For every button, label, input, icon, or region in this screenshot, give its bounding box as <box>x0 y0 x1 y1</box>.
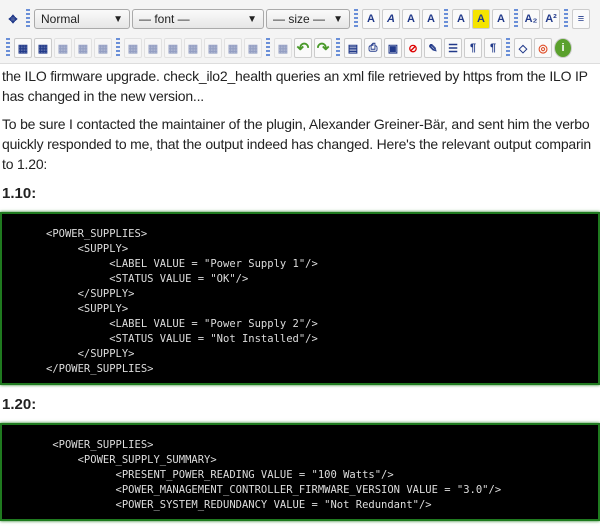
bold-text-icon[interactable]: A <box>362 9 380 29</box>
toolbar-grip[interactable] <box>116 38 120 58</box>
cell-properties-icon[interactable]: ▦ <box>54 38 72 58</box>
split-cell-icon[interactable]: ▦ <box>244 38 262 58</box>
toolbar-grip[interactable] <box>266 38 270 58</box>
table-properties-icon[interactable]: ▦ <box>34 38 52 58</box>
code-line: <LABEL VALUE = "Power Supply 2"/> <box>46 318 318 330</box>
toolbar-grip[interactable] <box>564 9 568 29</box>
row-properties-icon[interactable]: ▦ <box>74 38 92 58</box>
eraser-icon[interactable]: ✎ <box>424 38 442 58</box>
delete-row-icon[interactable]: ▦ <box>224 38 242 58</box>
insert-column-before-icon[interactable]: ▦ <box>124 38 142 58</box>
toolbar-grip[interactable] <box>506 38 510 58</box>
code-line: <POWER_SUPPLY_SUMMARY> <box>46 454 217 466</box>
code-line: </SUPPLY> <box>46 288 135 300</box>
large-text-icon[interactable]: A <box>402 9 420 29</box>
toolbar-grip[interactable] <box>336 38 340 58</box>
highlight-color-icon[interactable]: A <box>472 9 490 29</box>
code-line: <STATUS VALUE = "OK"/> <box>46 273 249 285</box>
editor-toolbar: ✥ Normal ▼ — font — ▼ — size — ▼ A A A A A A A A₂ A… <box>0 0 600 64</box>
subscript-icon[interactable]: A₂ <box>522 9 540 29</box>
paragraph: the ILO firmware upgrade. check_ilo2_hea… <box>2 66 598 106</box>
code-line: </POWER_SUPPLIES> <box>46 363 154 375</box>
horizontal-rule-icon[interactable]: ☰ <box>444 38 462 58</box>
code-line: <PRESENT_POWER_READING VALUE = "100 Watt… <box>46 469 394 481</box>
print-icon[interactable]: ⎙ <box>364 38 382 58</box>
code-line: <STATUS VALUE = "Not Installed"/> <box>46 333 318 345</box>
toolbar-grip[interactable] <box>6 38 10 58</box>
redo-icon[interactable]: ↷ <box>314 38 332 58</box>
insert-row-before-icon[interactable]: ▦ <box>184 38 202 58</box>
outline-text-icon[interactable]: A <box>422 9 440 29</box>
text-line: the ILO firmware upgrade. check_ilo2_hea… <box>2 68 588 84</box>
save-icon[interactable]: ▣ <box>384 38 402 58</box>
code-line: <POWER_SUPPLIES> <box>46 228 148 240</box>
insert-column-after-icon[interactable]: ▦ <box>144 38 162 58</box>
text-color-icon[interactable]: A <box>452 9 470 29</box>
font-value: — font — <box>139 12 190 26</box>
toolbar-grip[interactable] <box>514 9 518 29</box>
text-line: To be sure I contacted the maintainer of… <box>2 116 590 132</box>
source-code-icon[interactable]: ◇ <box>514 38 532 58</box>
chevron-down-icon: ▼ <box>333 13 343 25</box>
code-line: <POWER_SUPPLIES> <box>46 439 154 451</box>
code-block-110: <POWER_SUPPLIES> <SUPPLY> <LABEL VALUE =… <box>0 212 600 385</box>
code-line: <SUPPLY> <box>46 303 129 315</box>
delete-column-icon[interactable]: ▦ <box>164 38 182 58</box>
undo-icon[interactable]: ↶ <box>294 38 312 58</box>
align-left-icon[interactable]: ≡ <box>572 9 590 29</box>
text-line: to 1.20: <box>2 156 48 172</box>
table-grid-icon[interactable]: ▦ <box>274 38 292 58</box>
version-heading-120: 1.20: <box>2 396 37 413</box>
help-icon[interactable]: ◎ <box>534 38 552 58</box>
remove-font-icon[interactable]: ⊘ <box>404 38 422 58</box>
info-icon[interactable]: i <box>554 38 572 58</box>
move-toolbar-icon[interactable]: ✥ <box>4 9 22 29</box>
paragraph: To be sure I contacted the maintainer of… <box>2 114 598 174</box>
rtl-icon[interactable]: ¶ <box>484 38 502 58</box>
code-line: <LABEL VALUE = "Power Supply 1"/> <box>46 258 318 270</box>
code-line: </SUPPLY> <box>46 348 135 360</box>
size-value: — size — <box>273 12 326 26</box>
version-heading-110: 1.10: <box>2 185 37 202</box>
code-line: <POWER_MANAGEMENT_CONTROLLER_FIRMWARE_VE… <box>46 484 502 496</box>
toolbar-grip[interactable] <box>354 9 358 29</box>
paragraph-style-select[interactable]: Normal ▼ <box>34 9 130 29</box>
text-line: quickly responded to me, that the output… <box>2 136 591 152</box>
toolbar-grip[interactable] <box>26 9 30 29</box>
size-select[interactable]: — size — ▼ <box>266 9 350 29</box>
code-line: <POWER_SYSTEM_REDUNDANCY VALUE = "Not Re… <box>46 499 432 511</box>
article-body: the ILO firmware upgrade. check_ilo2_hea… <box>0 64 600 521</box>
toolbar-grip[interactable] <box>444 9 448 29</box>
chevron-down-icon: ▼ <box>113 13 123 25</box>
insert-row-after-icon[interactable]: ▦ <box>204 38 222 58</box>
chevron-down-icon: ▼ <box>247 13 257 25</box>
italic-text-icon[interactable]: A <box>382 9 400 29</box>
merge-cells-icon[interactable]: ▦ <box>94 38 112 58</box>
font-select[interactable]: — font — ▼ <box>132 9 264 29</box>
code-block-120: <POWER_SUPPLIES> <POWER_SUPPLY_SUMMARY> … <box>0 423 600 521</box>
text-line: has changed in the new version... <box>2 88 204 104</box>
ltr-icon[interactable]: ¶ <box>464 38 482 58</box>
style-value: Normal <box>41 12 80 26</box>
table-icon[interactable]: ▦ <box>14 38 32 58</box>
code-line: <SUPPLY> <box>46 243 129 255</box>
superscript-icon[interactable]: A² <box>542 9 560 29</box>
plain-text-icon[interactable]: A <box>492 9 510 29</box>
paste-word-icon[interactable]: ▤ <box>344 38 362 58</box>
